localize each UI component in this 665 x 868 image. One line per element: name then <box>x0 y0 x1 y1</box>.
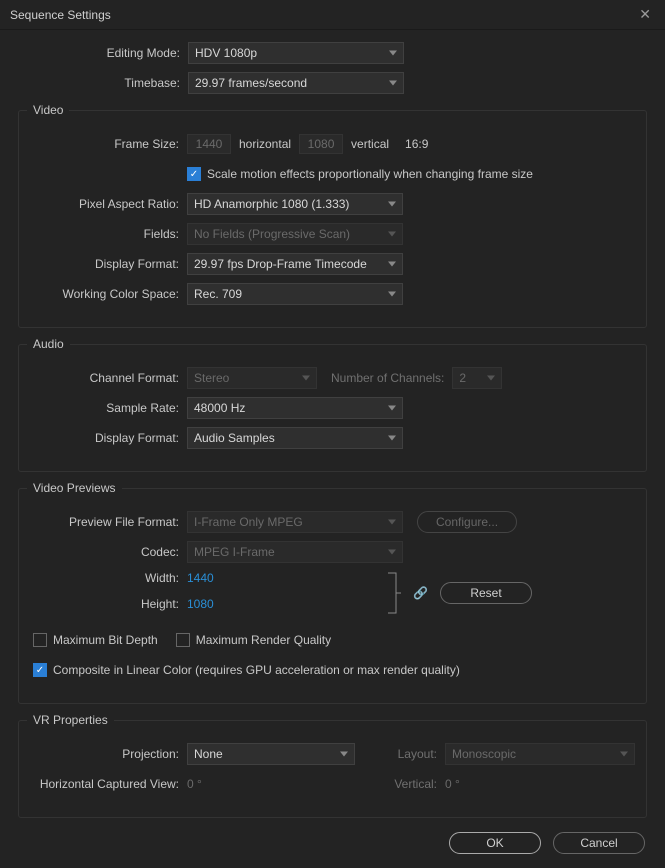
preview-width-label: Width: <box>33 571 187 585</box>
chevron-down-icon <box>388 232 396 237</box>
sample-rate-value: 48000 Hz <box>194 401 245 415</box>
chevron-down-icon <box>388 262 396 267</box>
projection-select[interactable]: None <box>187 743 355 765</box>
layout-value: Monoscopic <box>452 747 516 761</box>
fields-label: Fields: <box>33 227 187 241</box>
video-display-format-label: Display Format: <box>33 257 187 271</box>
wcs-value: Rec. 709 <box>194 287 242 301</box>
audio-display-format-value: Audio Samples <box>194 431 275 445</box>
video-display-format-select[interactable]: 29.97 fps Drop-Frame Timecode <box>187 253 403 275</box>
fields-value: No Fields (Progressive Scan) <box>194 227 350 241</box>
configure-button: Configure... <box>417 511 517 533</box>
channel-format-label: Channel Format: <box>33 371 187 385</box>
preview-width-value[interactable]: 1440 <box>187 571 214 585</box>
vr-vertical-value: 0 ° <box>445 777 460 791</box>
chevron-down-icon <box>389 51 397 56</box>
chevron-down-icon <box>388 436 396 441</box>
ok-button[interactable]: OK <box>449 832 541 854</box>
pff-select: I-Frame Only MPEG <box>187 511 403 533</box>
num-channels-value: 2 <box>459 371 466 385</box>
close-icon[interactable]: ✕ <box>635 6 655 23</box>
sample-rate-select[interactable]: 48000 Hz <box>187 397 403 419</box>
projection-label: Projection: <box>33 747 187 761</box>
reset-button[interactable]: Reset <box>440 582 532 604</box>
editing-mode-value: HDV 1080p <box>195 46 257 60</box>
chevron-down-icon <box>302 376 310 381</box>
preview-height-value[interactable]: 1080 <box>187 597 214 611</box>
audio-display-format-select[interactable]: Audio Samples <box>187 427 403 449</box>
audio-section-title: Audio <box>27 337 70 351</box>
chevron-down-icon <box>388 202 396 207</box>
channel-format-value: Stereo <box>194 371 229 385</box>
codec-value: MPEG I-Frame <box>194 545 275 559</box>
horizontal-text: horizontal <box>239 137 291 151</box>
par-select[interactable]: HD Anamorphic 1080 (1.333) <box>187 193 403 215</box>
chevron-down-icon <box>620 752 628 757</box>
titlebar: Sequence Settings ✕ <box>0 0 665 30</box>
wcs-label: Working Color Space: <box>33 287 187 301</box>
editing-mode-label: Editing Mode: <box>18 46 188 60</box>
check-icon: ✓ <box>190 169 198 180</box>
chevron-down-icon <box>389 81 397 86</box>
max-render-quality-label: Maximum Render Quality <box>196 633 331 647</box>
par-value: HD Anamorphic 1080 (1.333) <box>194 197 349 211</box>
layout-label: Layout: <box>355 747 445 761</box>
frame-height-input <box>299 134 343 154</box>
video-section-title: Video <box>27 103 69 117</box>
audio-display-format-label: Display Format: <box>33 431 187 445</box>
video-display-format-value: 29.97 fps Drop-Frame Timecode <box>194 257 367 271</box>
codec-select: MPEG I-Frame <box>187 541 403 563</box>
projection-value: None <box>194 747 223 761</box>
editing-mode-select[interactable]: HDV 1080p <box>188 42 404 64</box>
wcs-select[interactable]: Rec. 709 <box>187 283 403 305</box>
composite-linear-label: Composite in Linear Color (requires GPU … <box>53 663 460 677</box>
vr-section-title: VR Properties <box>27 713 114 727</box>
layout-select: Monoscopic <box>445 743 635 765</box>
aspect-text: 16:9 <box>405 137 428 151</box>
sample-rate-label: Sample Rate: <box>33 401 187 415</box>
scale-motion-checkbox[interactable]: ✓ <box>187 167 201 181</box>
chevron-down-icon <box>487 376 495 381</box>
max-bit-depth-label: Maximum Bit Depth <box>53 633 158 647</box>
chevron-down-icon <box>388 550 396 555</box>
vr-section: VR Properties Projection: None Horizonta… <box>18 720 647 818</box>
dialog-content: Editing Mode: HDV 1080p Timebase: 29.97 … <box>0 30 665 818</box>
timebase-label: Timebase: <box>18 76 188 90</box>
cancel-button[interactable]: Cancel <box>553 832 645 854</box>
max-render-quality-checkbox[interactable] <box>176 633 190 647</box>
par-label: Pixel Aspect Ratio: <box>33 197 187 211</box>
hcv-value: 0 ° <box>187 777 202 791</box>
dialog-footer: OK Cancel <box>0 818 665 868</box>
codec-label: Codec: <box>33 545 187 559</box>
previews-section-title: Video Previews <box>27 481 122 495</box>
num-channels-label: Number of Channels: <box>331 371 452 385</box>
video-section: Video Frame Size: horizontal vertical 16… <box>18 110 647 328</box>
vr-vertical-label: Vertical: <box>355 777 445 791</box>
chevron-down-icon <box>388 406 396 411</box>
vertical-text: vertical <box>351 137 389 151</box>
frame-width-input <box>187 134 231 154</box>
audio-section: Audio Channel Format: Stereo Number of C… <box>18 344 647 472</box>
preview-height-label: Height: <box>33 597 187 611</box>
chevron-down-icon <box>388 292 396 297</box>
pff-label: Preview File Format: <box>33 515 187 529</box>
chevron-down-icon <box>340 752 348 757</box>
window-title: Sequence Settings <box>10 8 635 22</box>
num-channels-select: 2 <box>452 367 502 389</box>
link-bracket-icon <box>387 571 401 615</box>
fields-select: No Fields (Progressive Scan) <box>187 223 403 245</box>
check-icon: ✓ <box>36 665 44 676</box>
composite-linear-checkbox[interactable]: ✓ <box>33 663 47 677</box>
chevron-down-icon <box>388 520 396 525</box>
timebase-select[interactable]: 29.97 frames/second <box>188 72 404 94</box>
frame-size-label: Frame Size: <box>33 137 187 151</box>
link-icon[interactable]: 🔗 <box>413 586 428 600</box>
previews-section: Video Previews Preview File Format: I-Fr… <box>18 488 647 704</box>
channel-format-select: Stereo <box>187 367 317 389</box>
timebase-value: 29.97 frames/second <box>195 76 307 90</box>
max-bit-depth-checkbox[interactable] <box>33 633 47 647</box>
scale-motion-label: Scale motion effects proportionally when… <box>207 167 533 181</box>
pff-value: I-Frame Only MPEG <box>194 515 303 529</box>
hcv-label: Horizontal Captured View: <box>33 777 187 791</box>
